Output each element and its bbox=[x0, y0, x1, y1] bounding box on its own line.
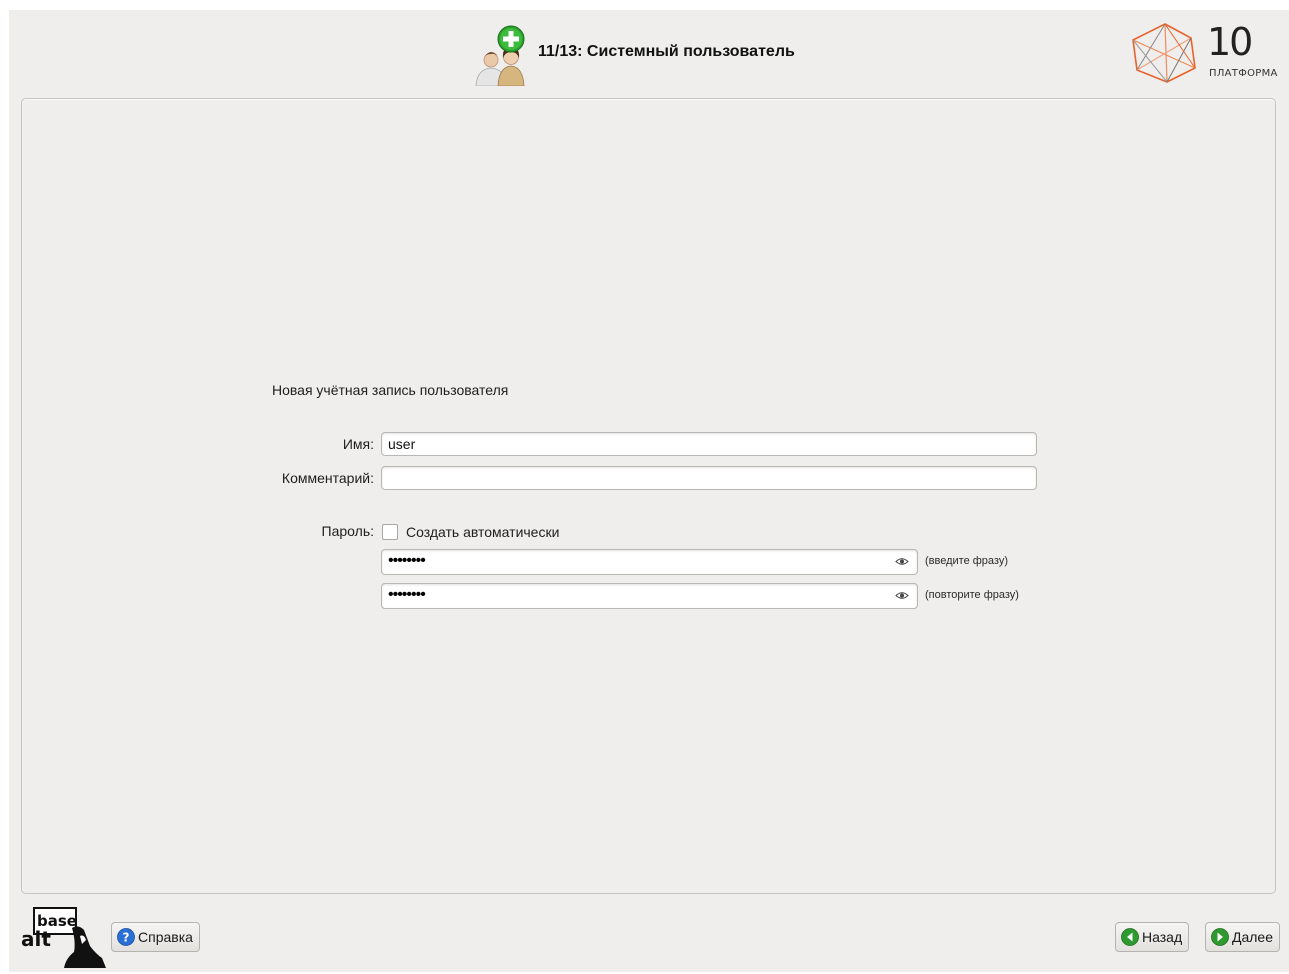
password-label: Пароль: bbox=[321, 523, 374, 539]
comment-label: Комментарий: bbox=[281, 470, 374, 486]
content-panel: Новая учётная запись пользователя Имя: u… bbox=[21, 98, 1276, 894]
help-label: Справка bbox=[138, 929, 193, 945]
password-mask: •••••••• bbox=[388, 552, 426, 569]
next-arrow-icon bbox=[1211, 928, 1229, 946]
comment-field[interactable] bbox=[381, 466, 1037, 490]
show-password-eye-icon[interactable] bbox=[895, 557, 909, 566]
password-confirm-hint: (повторите фразу) bbox=[925, 589, 1019, 601]
name-label: Имя: bbox=[342, 436, 374, 452]
brand-polyhedron-icon bbox=[1132, 23, 1196, 83]
help-icon: ? bbox=[117, 928, 135, 946]
help-button[interactable]: ? Справка bbox=[111, 922, 200, 952]
logo-text-bottom: alt bbox=[21, 927, 51, 951]
back-button[interactable]: Назад bbox=[1115, 922, 1190, 952]
header: 11/13: Системный пользователь 10 ПЛАТФОР… bbox=[9, 10, 1289, 96]
brand-name: ПЛАТФОРМА bbox=[1209, 68, 1278, 79]
name-value: user bbox=[388, 436, 416, 452]
brand-number: 10 bbox=[1207, 20, 1253, 64]
brand-logo: 10 ПЛАТФОРМА bbox=[1129, 16, 1289, 88]
svg-text:?: ? bbox=[123, 931, 130, 945]
page-title: 11/13: Системный пользователь bbox=[538, 43, 795, 60]
form-heading: Новая учётная запись пользователя bbox=[272, 382, 509, 398]
next-button[interactable]: Далее bbox=[1205, 922, 1281, 952]
add-user-icon bbox=[475, 25, 525, 86]
auto-generate-checkbox[interactable] bbox=[382, 524, 398, 540]
password-confirm-field[interactable]: •••••••• bbox=[381, 583, 918, 609]
basealt-logo: base alt bbox=[21, 907, 106, 968]
installer-window: 11/13: Системный пользователь 10 ПЛАТФОР… bbox=[9, 10, 1289, 972]
back-label: Назад bbox=[1142, 929, 1183, 945]
name-field[interactable]: user bbox=[381, 432, 1037, 456]
password-confirm-mask: •••••••• bbox=[388, 586, 426, 603]
show-password-confirm-eye-icon[interactable] bbox=[895, 591, 909, 600]
auto-generate-label[interactable]: Создать автоматически bbox=[406, 524, 559, 540]
password-field[interactable]: •••••••• bbox=[381, 549, 918, 575]
next-label: Далее bbox=[1232, 929, 1274, 945]
back-arrow-icon bbox=[1121, 928, 1139, 946]
password-hint: (введите фразу) bbox=[925, 555, 1008, 567]
